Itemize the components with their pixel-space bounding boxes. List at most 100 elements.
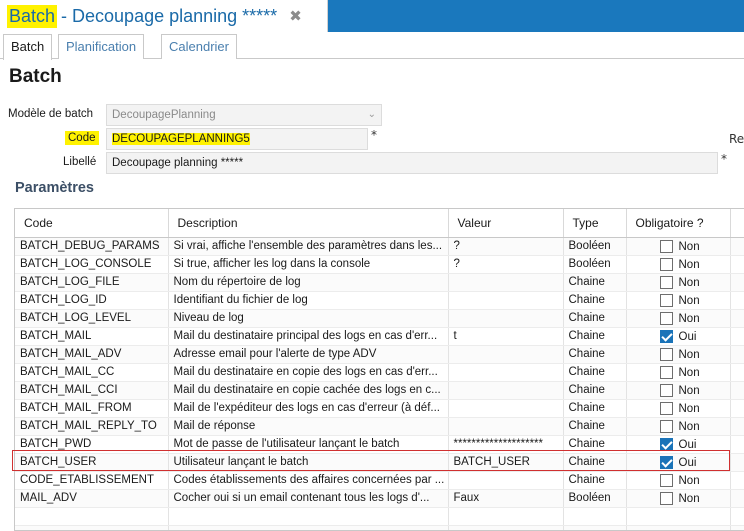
cell-description[interactable]: Mail du destinataire principal des logs … xyxy=(168,327,449,346)
document-tab[interactable]: Batch - Decoupage planning ***** ✖ xyxy=(0,0,328,32)
table-row[interactable]: MAIL_ADV Cocher oui si un email contenant… xyxy=(15,489,744,508)
column-header-valeur[interactable]: Valeur xyxy=(448,209,564,238)
obligatoire-checkbox[interactable] xyxy=(659,329,673,343)
tab-calendrier[interactable]: Calendrier xyxy=(161,34,237,59)
cell-code[interactable]: BATCH_USER xyxy=(15,453,169,472)
cell-valeur[interactable] xyxy=(448,471,564,490)
cell-valeur[interactable]: ? xyxy=(448,255,564,274)
obligatoire-checkbox[interactable] xyxy=(659,419,673,433)
tab-planification[interactable]: Planification xyxy=(58,34,145,59)
table-row[interactable]: BATCH_MAIL_REPLY_TO Mail de réponse Chaine… xyxy=(15,417,744,436)
cell-type[interactable]: Booléen xyxy=(563,255,627,274)
cell-description[interactable]: Identifiant du fichier de log xyxy=(168,291,449,310)
cell-description[interactable]: Si true, afficher les log dans la consol… xyxy=(168,255,449,274)
cell-code[interactable]: BATCH_MAIL_FROM xyxy=(15,399,169,418)
cell-description[interactable]: Mot de passe de l'utilisateur lançant le… xyxy=(168,435,449,454)
cell-description[interactable]: Mail de l'expéditeur des logs en cas d'e… xyxy=(168,399,449,418)
cell-code[interactable]: BATCH_MAIL_REPLY_TO xyxy=(15,417,169,436)
cell-description[interactable]: Niveau de log xyxy=(168,309,449,328)
cell-valeur[interactable] xyxy=(448,417,564,436)
column-header-type[interactable]: Type xyxy=(563,209,627,238)
table-row[interactable]: BATCH_LOG_FILE Nom du répertoire de log Ch… xyxy=(15,273,744,292)
cell-type[interactable]: Chaine xyxy=(563,471,627,490)
cell-type[interactable]: Chaine xyxy=(563,291,627,310)
cell-type[interactable]: Chaine xyxy=(563,363,627,382)
cell-valeur[interactable] xyxy=(448,381,564,400)
cell-code[interactable]: BATCH_PWD xyxy=(15,435,169,454)
obligatoire-checkbox[interactable] xyxy=(659,257,673,271)
cell-type[interactable]: Booléen xyxy=(563,489,627,508)
obligatoire-checkbox[interactable] xyxy=(659,455,673,469)
table-row[interactable]: BATCH_PWD Mot de passe de l'utilisateur l… xyxy=(15,435,744,454)
cell-valeur[interactable] xyxy=(448,399,564,418)
cell-code[interactable]: BATCH_MAIL_CCI xyxy=(15,381,169,400)
cell-valeur[interactable] xyxy=(448,309,564,328)
cell-type[interactable]: Chaine xyxy=(563,345,627,364)
cell-code[interactable]: BATCH_LOG_FILE xyxy=(15,273,169,292)
table-row[interactable]: CODE_ETABLISSEMENT Codes établissements d… xyxy=(15,471,744,490)
obligatoire-checkbox[interactable] xyxy=(659,275,673,289)
obligatoire-checkbox[interactable] xyxy=(659,293,673,307)
cell-type[interactable]: Chaine xyxy=(563,399,627,418)
column-header-code[interactable]: Code xyxy=(15,209,169,238)
cell-description[interactable]: Codes établissements des affaires concer… xyxy=(168,471,449,490)
cell-type[interactable]: Chaine xyxy=(563,309,627,328)
table-row[interactable]: BATCH_MAIL_CC Mail du destinataire en cop… xyxy=(15,363,744,382)
obligatoire-checkbox[interactable] xyxy=(659,437,673,451)
cell-code[interactable]: BATCH_LOG_CONSOLE xyxy=(15,255,169,274)
cell-code[interactable]: BATCH_DEBUG_PARAMS xyxy=(15,237,169,256)
cell-valeur[interactable]: t xyxy=(448,327,564,346)
cell-valeur[interactable]: ******************** xyxy=(448,435,564,454)
obligatoire-checkbox[interactable] xyxy=(659,473,673,487)
cell-type[interactable]: Chaine xyxy=(563,327,627,346)
cell-code[interactable]: BATCH_MAIL xyxy=(15,327,169,346)
code-field[interactable]: DECOUPAGEPLANNING5 xyxy=(106,128,368,150)
obligatoire-checkbox[interactable] xyxy=(659,239,673,253)
obligatoire-checkbox[interactable] xyxy=(659,491,673,505)
table-row[interactable]: BATCH_LOG_ID Identifiant du fichier de lo… xyxy=(15,291,744,310)
cell-description[interactable]: Mail du destinataire en copie des logs e… xyxy=(168,363,449,382)
table-row[interactable]: BATCH_LOG_LEVEL Niveau de log Chaine Non xyxy=(15,309,744,328)
cell-description[interactable]: Si vrai, affiche l'ensemble des paramètr… xyxy=(168,237,449,256)
table-row[interactable]: BATCH_MAIL Mail du destinataire principal… xyxy=(15,327,744,346)
table-row[interactable]: BATCH_MAIL_FROM Mail de l'expéditeur des … xyxy=(15,399,744,418)
obligatoire-checkbox[interactable] xyxy=(659,383,673,397)
cell-code[interactable]: CODE_ETABLISSEMENT xyxy=(15,471,169,490)
tab-batch[interactable]: Batch xyxy=(3,34,53,60)
column-header-obligatoire[interactable]: Obligatoire ? xyxy=(626,209,731,238)
cell-valeur[interactable] xyxy=(448,363,564,382)
obligatoire-checkbox[interactable] xyxy=(659,365,673,379)
table-row[interactable]: BATCH_USER Utilisateur lançant le batch BA… xyxy=(15,453,744,472)
cell-code[interactable]: MAIL_ADV xyxy=(15,489,169,508)
close-icon[interactable]: ✖ xyxy=(289,7,302,25)
table-row[interactable]: BATCH_MAIL_ADV Adresse email pour l'alert… xyxy=(15,345,744,364)
table-row[interactable]: BATCH_LOG_CONSOLE Si true, afficher les l… xyxy=(15,255,744,274)
obligatoire-checkbox[interactable] xyxy=(659,347,673,361)
libelle-field[interactable]: Decoupage planning ***** xyxy=(106,152,718,174)
cell-description[interactable]: Adresse email pour l'alerte de type ADV xyxy=(168,345,449,364)
cell-type[interactable]: Chaine xyxy=(563,417,627,436)
cell-code[interactable]: BATCH_MAIL_CC xyxy=(15,363,169,382)
cell-type[interactable]: Booléen xyxy=(563,237,627,256)
cell-description[interactable]: Mail de réponse xyxy=(168,417,449,436)
obligatoire-checkbox[interactable] xyxy=(659,401,673,415)
cell-type[interactable]: Chaine xyxy=(563,381,627,400)
cell-description[interactable]: Nom du répertoire de log xyxy=(168,273,449,292)
cell-type[interactable]: Chaine xyxy=(563,435,627,454)
cell-type[interactable]: Chaine xyxy=(563,453,627,472)
obligatoire-checkbox[interactable] xyxy=(659,311,673,325)
cell-code[interactable]: BATCH_MAIL_ADV xyxy=(15,345,169,364)
cell-valeur[interactable] xyxy=(448,345,564,364)
cell-description[interactable]: Cocher oui si un email contenant tous le… xyxy=(168,489,449,508)
cell-code[interactable]: BATCH_LOG_ID xyxy=(15,291,169,310)
cell-description[interactable]: Mail du destinataire en copie cachée des… xyxy=(168,381,449,400)
cell-valeur[interactable]: Faux xyxy=(448,489,564,508)
table-row[interactable]: BATCH_DEBUG_PARAMS Si vrai, affiche l'ens… xyxy=(15,237,744,256)
cell-valeur[interactable]: ? xyxy=(448,237,564,256)
table-row[interactable]: BATCH_MAIL_CCI Mail du destinataire en co… xyxy=(15,381,744,400)
cell-valeur[interactable] xyxy=(448,273,564,292)
model-select[interactable]: DecoupagePlanning ⌄ xyxy=(106,104,382,126)
cell-valeur[interactable]: BATCH_USER xyxy=(448,453,564,472)
cell-type[interactable]: Chaine xyxy=(563,273,627,292)
column-header-description[interactable]: Description xyxy=(168,209,449,238)
